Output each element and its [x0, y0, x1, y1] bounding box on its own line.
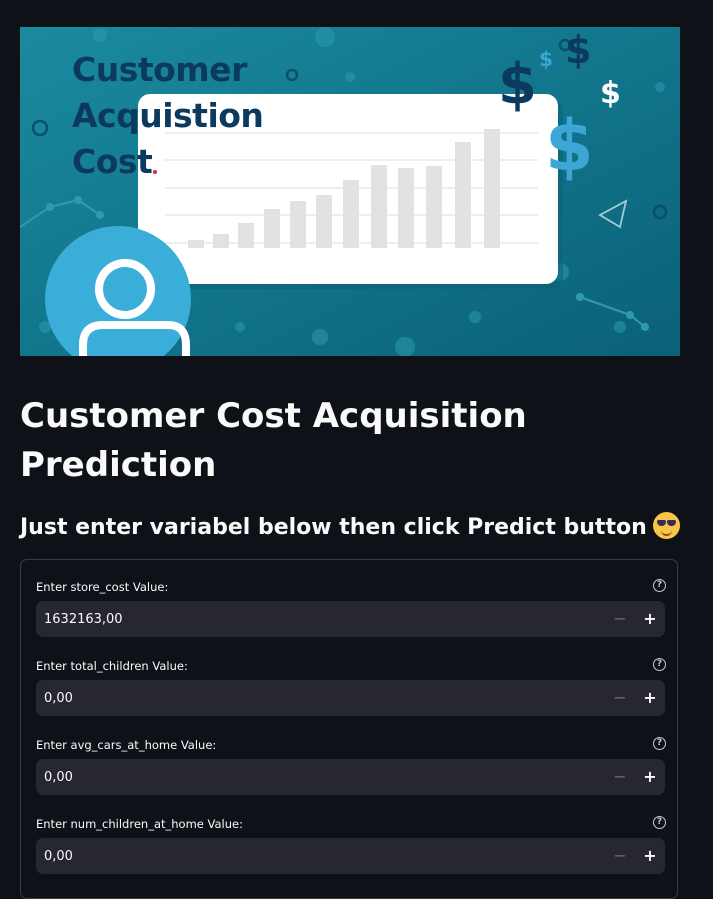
store-cost-input[interactable] — [36, 601, 596, 637]
banner-title-line: Acquistion — [72, 96, 264, 135]
decrement-button[interactable]: − — [605, 759, 635, 795]
increment-button[interactable]: + — [635, 680, 665, 716]
total-children-input[interactable] — [36, 680, 596, 716]
increment-button[interactable]: + — [635, 838, 665, 874]
page-subtitle: Just enter variabel below then click Pre… — [20, 510, 680, 546]
decrement-button[interactable]: − — [605, 838, 635, 874]
sunglasses-emoji-icon — [652, 512, 680, 539]
help-icon[interactable]: ? — [653, 658, 666, 671]
banner-image: Customer Acquistion Cost $ $ $ $ $ — [20, 27, 680, 356]
total-children-number-input: − + — [36, 680, 665, 716]
store-cost-number-input: − + — [36, 601, 665, 637]
avg-cars-at-home-input[interactable] — [36, 759, 596, 795]
decrement-button[interactable]: − — [605, 601, 635, 637]
banner-title: Customer Acquistion Cost — [72, 47, 264, 185]
increment-button[interactable]: + — [635, 759, 665, 795]
field-label: Enter avg_cars_at_home Value: — [36, 738, 217, 752]
decrement-button[interactable]: − — [605, 680, 635, 716]
subtitle-text: Just enter variabel below then click Pre… — [20, 515, 647, 540]
dollar-sign-icon: $ — [545, 105, 594, 187]
dollar-sign-icon: $ — [600, 76, 621, 111]
increment-button[interactable]: + — [635, 601, 665, 637]
help-icon[interactable]: ? — [653, 737, 666, 750]
field-label: Enter num_children_at_home Value: — [36, 817, 243, 831]
field-label: Enter total_children Value: — [36, 659, 188, 673]
num-children-at-home-input[interactable] — [36, 838, 596, 874]
page-title: Customer Cost Acquisition Prediction — [20, 396, 527, 485]
banner-title-line: Cost — [72, 142, 153, 181]
avg-cars-at-home-number-input: − + — [36, 759, 665, 795]
dollar-sign-icon: $ — [565, 28, 592, 72]
num-children-at-home-number-input: − + — [36, 838, 665, 874]
banner-title-line: Customer — [72, 50, 247, 89]
help-icon[interactable]: ? — [653, 579, 666, 592]
field-label: Enter store_cost Value: — [36, 580, 169, 594]
input-form: Enter store_cost Value: ? − + Enter tota… — [20, 559, 678, 899]
dollar-sign-icon: $ — [539, 47, 553, 71]
dollar-sign-icon: $ — [498, 52, 537, 117]
help-icon[interactable]: ? — [653, 816, 666, 829]
